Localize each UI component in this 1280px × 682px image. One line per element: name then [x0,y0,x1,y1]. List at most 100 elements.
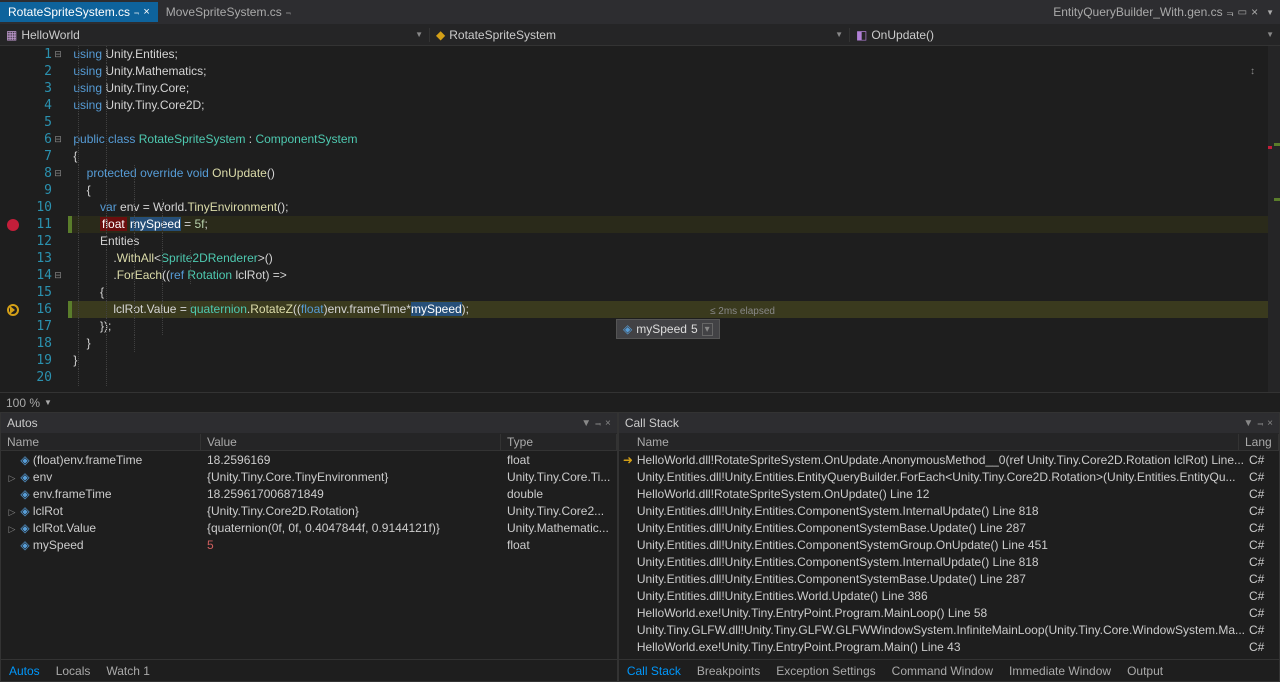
code-line[interactable]: { [70,284,1280,301]
col-lang[interactable]: Lang [1239,434,1279,450]
autos-row[interactable]: ◈ (float)env.frameTime18.2596169float [1,451,617,468]
callstack-row[interactable]: Unity.Entities.dll!Unity.Entities.Entity… [619,468,1279,485]
breakpoint-zone[interactable] [4,304,22,316]
promote-icon[interactable]: ▭ [1238,7,1247,18]
callstack-row[interactable]: HelloWorld.exe!Unity.Tiny.EntryPoint.Pro… [619,638,1279,655]
callstack-row[interactable]: Unity.Entities.dll!Unity.Entities.World.… [619,587,1279,604]
panel-tab-commandwindow[interactable]: Command Window [884,662,1001,680]
code-line[interactable]: .ForEach((ref Rotation lclRot) => [70,267,1280,284]
tab-movespritesystem[interactable]: MoveSpriteSystem.cs ⫬ [158,2,299,22]
col-value[interactable]: Value [201,434,501,450]
pin-icon[interactable]: ⫬ [1257,418,1263,429]
chevron-down-icon[interactable]: ▼ [581,418,591,429]
minimap[interactable] [1268,46,1280,392]
variable-icon: ◈ [20,487,29,501]
pin-icon[interactable]: ⫬ [286,7,291,18]
autos-body[interactable]: ◈ (float)env.frameTime18.2596169float▷ ◈… [1,451,617,659]
callstack-row[interactable]: ➜HelloWorld.dll!RotateSpriteSystem.OnUpd… [619,451,1279,468]
line-number: 19 [22,353,52,368]
autos-value-cell: {Unity.Tiny.Core2D.Rotation} [201,504,501,518]
autos-row[interactable]: ▷ ◈ env{Unity.Tiny.Core.TinyEnvironment}… [1,468,617,485]
expand-icon[interactable]: ▷ [7,524,17,535]
panel-tab-locals[interactable]: Locals [48,662,99,680]
callstack-column-headers: Name Lang [619,433,1279,451]
breakpoint-zone[interactable] [4,219,22,231]
panel-tab-callstack[interactable]: Call Stack [619,662,689,680]
panel-tab-autos[interactable]: Autos [1,662,48,680]
autos-row[interactable]: ◈ mySpeed5float [1,536,617,553]
expand-icon[interactable]: ▷ [7,473,17,484]
chevron-down-icon[interactable]: ▼ [1243,418,1253,429]
code-line[interactable] [70,114,1280,131]
code-content[interactable]: using Unity.Entities; using Unity.Mathem… [70,46,1280,392]
code-line[interactable]: protected override void OnUpdate() [70,165,1280,182]
callstack-row[interactable]: Unity.Entities.dll!Unity.Entities.Compon… [619,502,1279,519]
pin-icon[interactable]: ⫬ [134,7,139,18]
code-line[interactable]: { [70,182,1280,199]
breakpoint-icon[interactable] [7,219,19,231]
code-line[interactable]: float mySpeed = 5f; [70,216,1280,233]
close-icon[interactable]: × [1251,5,1258,19]
col-name[interactable]: Name [619,434,1239,450]
fold-toggle[interactable]: ⊟ [52,49,64,60]
fold-toggle[interactable]: ⊟ [52,270,64,281]
code-line[interactable]: } [70,352,1280,369]
chevron-down-icon[interactable]: ▼ [1266,8,1274,17]
panel-tab-watch1[interactable]: Watch 1 [98,662,158,680]
code-line[interactable]: using Unity.Mathematics; [70,63,1280,80]
nav-method[interactable]: ◧ OnUpdate() ▼ [850,28,1280,42]
callstack-row[interactable]: Unity.Entities.dll!Unity.Entities.Compon… [619,553,1279,570]
autos-row[interactable]: ◈ env.frameTime18.259617006871849double [1,485,617,502]
close-icon[interactable]: × [143,6,149,18]
callstack-row[interactable]: HelloWorld.dll!RotateSpriteSystem.OnUpda… [619,485,1279,502]
code-line[interactable]: public class RotateSpriteSystem : Compon… [70,131,1280,148]
code-line[interactable]: lclRot.Value = quaternion.RotateZ((float… [70,301,1280,318]
preview-tab[interactable]: EntityQueryBuilder_With.gen.cs ⫬ ▭ × ▼ [1053,5,1280,20]
autos-row[interactable]: ▷ ◈ lclRot{Unity.Tiny.Core2D.Rotation}Un… [1,502,617,519]
pin-icon[interactable]: ⫬ [1227,5,1234,20]
code-line[interactable]: Entities [70,233,1280,250]
callstack-row[interactable]: Unity.Tiny.GLFW.dll!Unity.Tiny.GLFW.GLFW… [619,621,1279,638]
nav-project[interactable]: ▦ HelloWorld ▼ [0,28,430,42]
panel-tab-output[interactable]: Output [1119,662,1171,680]
fold-toggle[interactable]: ⊟ [52,168,64,179]
current-statement-icon[interactable] [7,304,19,316]
panel-tab-breakpoints[interactable]: Breakpoints [689,662,768,680]
code-line[interactable]: .WithAll<Sprite2DRenderer>() [70,250,1280,267]
close-icon[interactable]: × [1267,418,1273,429]
chevron-down-icon[interactable]: ▼ [44,398,52,407]
tab-rotatespritesystem[interactable]: RotateSpriteSystem.cs ⫬ × [0,2,158,22]
close-icon[interactable]: × [605,418,611,429]
panel-tab-immediatewindow[interactable]: Immediate Window [1001,662,1119,680]
gutter-row: 17 [0,318,70,335]
callstack-row[interactable]: HelloWorld.exe!Unity.Tiny.EntryPoint.Pro… [619,604,1279,621]
chevron-down-icon: ▼ [415,30,423,39]
code-line[interactable]: var env = World.TinyEnvironment(); [70,199,1280,216]
callstack-body[interactable]: ➜HelloWorld.dll!RotateSpriteSystem.OnUpd… [619,451,1279,659]
fold-toggle[interactable]: ⊟ [52,134,64,145]
expand-icon[interactable]: ▷ [7,507,17,518]
datatip[interactable]: ◈mySpeed 5 ▾ [616,319,720,339]
callstack-row[interactable]: Unity.Entities.dll!Unity.Entities.Compon… [619,519,1279,536]
code-line[interactable]: { [70,148,1280,165]
gutter-row: 9 [0,182,70,199]
line-number: 16 [22,302,52,317]
col-type[interactable]: Type [501,434,617,450]
callstack-lang: C# [1249,606,1279,620]
panel-tab-exceptionsettings[interactable]: Exception Settings [768,662,883,680]
expand-icon[interactable]: ▾ [702,323,713,336]
zoom-level[interactable]: 100 % [6,396,40,410]
autos-row[interactable]: ▷ ◈ lclRot.Value{quaternion(0f, 0f, 0.40… [1,519,617,536]
nav-class[interactable]: ◆ RotateSpriteSystem ▼ [430,28,850,42]
col-name[interactable]: Name [1,434,201,450]
callstack-row[interactable]: Unity.Entities.dll!Unity.Entities.Compon… [619,570,1279,587]
code-line[interactable] [70,369,1280,386]
autos-type-cell: float [501,453,617,467]
autos-name-cell: ◈ env.frameTime [1,487,201,501]
callstack-row[interactable]: Unity.Entities.dll!Unity.Entities.Compon… [619,536,1279,553]
code-line[interactable]: using Unity.Entities; [70,46,1280,63]
pin-icon[interactable]: ⫬ [595,418,601,429]
code-line[interactable]: using Unity.Tiny.Core2D; [70,97,1280,114]
code-line[interactable]: using Unity.Tiny.Core; [70,80,1280,97]
autos-value-cell: 18.2596169 [201,453,501,467]
